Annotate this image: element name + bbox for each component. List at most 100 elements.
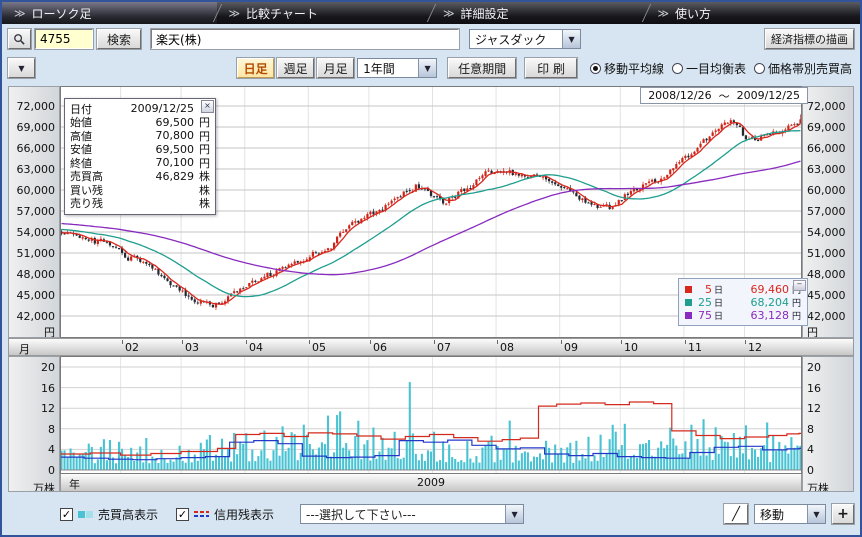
tab-detail-settings[interactable]: ≫ 詳細設定 xyxy=(431,2,646,24)
info-row: 売り残 株 xyxy=(70,197,210,211)
interval-weekly-button[interactable]: 週足 xyxy=(277,58,314,78)
tab-label: 詳細設定 xyxy=(461,5,509,22)
range-select-value: 1年間 xyxy=(358,60,418,77)
axis-tick-label: 60,000 xyxy=(807,184,846,197)
double-chevron-icon: ≫ xyxy=(658,7,670,20)
radio-selected-icon xyxy=(590,63,601,74)
market-select[interactable]: ジャスダック ▼ xyxy=(469,29,581,49)
axis-tick-label: 69,000 xyxy=(807,121,846,134)
ma75-color-chip xyxy=(685,312,692,319)
axis-tick-label: 57,000 xyxy=(807,205,846,218)
month-tick xyxy=(497,340,498,344)
interval-monthly-button[interactable]: 月足 xyxy=(317,58,354,78)
tool-mode-select[interactable]: 移動 ▼ xyxy=(754,504,826,524)
price-chart-region: 72,00069,00066,00063,00060,00057,00054,0… xyxy=(8,86,854,338)
month-label: 03 xyxy=(185,341,199,354)
dropdown-arrow-icon[interactable]: ▼ xyxy=(418,59,436,77)
radio-price-band-volume[interactable]: 価格帯別売買高 xyxy=(754,60,852,77)
economic-indicator-button[interactable]: 経済指標の描画 xyxy=(765,29,854,49)
axis-tick-label: 4 xyxy=(48,443,55,456)
volume-plot[interactable] xyxy=(60,356,802,474)
month-tick xyxy=(745,340,746,344)
axis-tick-label: 万株 xyxy=(807,480,829,492)
month-tick xyxy=(621,340,622,344)
month-label: 11 xyxy=(688,341,702,354)
draw-line-button[interactable]: ╱ xyxy=(724,504,748,524)
indicator-select[interactable]: ---選択して下さい--- ▼ xyxy=(300,504,524,524)
axis-tick-label: 16 xyxy=(41,382,55,395)
ma-value-unit: 円 xyxy=(792,296,801,309)
axis-tick-label: 16 xyxy=(807,382,821,395)
legend-row: 25 日 68,204 円 xyxy=(685,296,801,309)
volume-chart-region: 201612840万株 年 2009 201612840万株 xyxy=(8,356,854,492)
price-axis-left: 72,00069,00066,00063,00060,00057,00054,0… xyxy=(8,86,60,338)
month-tick xyxy=(370,340,371,344)
axis-tick-label: 54,000 xyxy=(807,226,846,239)
ma25-color-chip xyxy=(685,299,692,306)
dropdown-arrow-icon[interactable]: ▼ xyxy=(505,505,523,523)
dropdown-arrow-icon[interactable]: ▼ xyxy=(562,30,580,48)
axis-tick-label: 66,000 xyxy=(17,142,56,155)
month-label: 06 xyxy=(373,341,387,354)
dropdown-arrow-icon[interactable]: ▼ xyxy=(807,505,825,523)
volume-display-checkbox[interactable]: ✓ 売買高表示 xyxy=(60,506,158,523)
info-value: 70,100 xyxy=(114,156,194,169)
month-tick xyxy=(434,340,435,344)
interval-daily-button[interactable]: 日足 xyxy=(237,58,274,78)
axis-tick-label: 円 xyxy=(807,324,818,338)
volume-bars-icon xyxy=(78,511,93,518)
custom-period-button[interactable]: 任意期間 xyxy=(448,58,516,78)
info-value: 46,829 xyxy=(114,170,194,183)
axis-tick-label: 69,000 xyxy=(17,121,56,134)
search-button[interactable]: 検索 xyxy=(97,29,141,49)
margin-lines-icon xyxy=(194,511,209,517)
axis-tick-label: 72,000 xyxy=(807,100,846,113)
month-label: 05 xyxy=(312,341,326,354)
month-label: 07 xyxy=(437,341,451,354)
margin-display-checkbox[interactable]: ✓ 信用残表示 xyxy=(176,506,274,523)
dropdown-arrow-icon: ▼ xyxy=(18,64,24,73)
month-label: 08 xyxy=(500,341,514,354)
tab-comparison-chart[interactable]: ≫ 比較チャート xyxy=(217,2,432,24)
ma5-color-chip xyxy=(685,286,692,293)
axis-tick-label: 12 xyxy=(807,402,821,415)
info-close-button[interactable]: × xyxy=(201,100,214,113)
month-tick xyxy=(182,340,183,344)
search-icon-button[interactable] xyxy=(8,29,31,49)
tab-candlestick[interactable]: ≫ ローソク足 xyxy=(2,2,217,24)
print-button[interactable]: 印 刷 xyxy=(525,58,577,78)
radio-ichimoku[interactable]: 一目均衡表 xyxy=(672,60,746,77)
tab-bar: ≫ ローソク足 ≫ 比較チャート ≫ 詳細設定 ≫ 使い方 xyxy=(2,2,860,24)
magnifier-icon xyxy=(13,33,26,46)
info-value: 69,500 xyxy=(114,143,194,156)
axis-tick-label: 万株 xyxy=(33,480,55,492)
ma-period: 5 xyxy=(696,283,712,296)
axis-tick-label: 0 xyxy=(807,464,814,477)
axis-tick-label: 円 xyxy=(44,324,55,338)
radio-label: 価格帯別売買高 xyxy=(768,60,852,77)
month-tick xyxy=(122,340,123,344)
stock-code-input[interactable] xyxy=(35,29,93,49)
zoom-in-button[interactable]: + xyxy=(832,504,854,524)
radio-label: 移動平均線 xyxy=(604,60,664,77)
checkbox-checked-icon: ✓ xyxy=(60,508,73,521)
axis-tick-label: 66,000 xyxy=(807,142,846,155)
date-from: 2008/12/26 xyxy=(648,89,711,102)
range-select[interactable]: 1年間 ▼ xyxy=(357,58,437,78)
month-tick xyxy=(246,340,247,344)
stock-name-input[interactable] xyxy=(151,29,459,49)
diagonal-line-icon: ╱ xyxy=(732,507,740,522)
checkbox-label: 信用残表示 xyxy=(214,506,274,523)
tab-help[interactable]: ≫ 使い方 xyxy=(646,2,861,24)
date-to: 2009/12/25 xyxy=(737,89,800,102)
legend-minimize-button[interactable]: − xyxy=(793,280,806,291)
chart-menu-dropdown-button[interactable]: ▼ xyxy=(8,58,35,78)
radio-moving-average[interactable]: 移動平均線 xyxy=(590,60,664,77)
ma-period-unit: 日 xyxy=(714,296,723,309)
ma-period-unit: 日 xyxy=(714,309,723,322)
radio-icon xyxy=(754,63,765,74)
year-axis: 年 2009 xyxy=(60,474,802,492)
info-value: 70,800 xyxy=(114,129,194,142)
axis-tick-label: 20 xyxy=(807,361,821,374)
axis-tick-label: 72,000 xyxy=(17,100,56,113)
